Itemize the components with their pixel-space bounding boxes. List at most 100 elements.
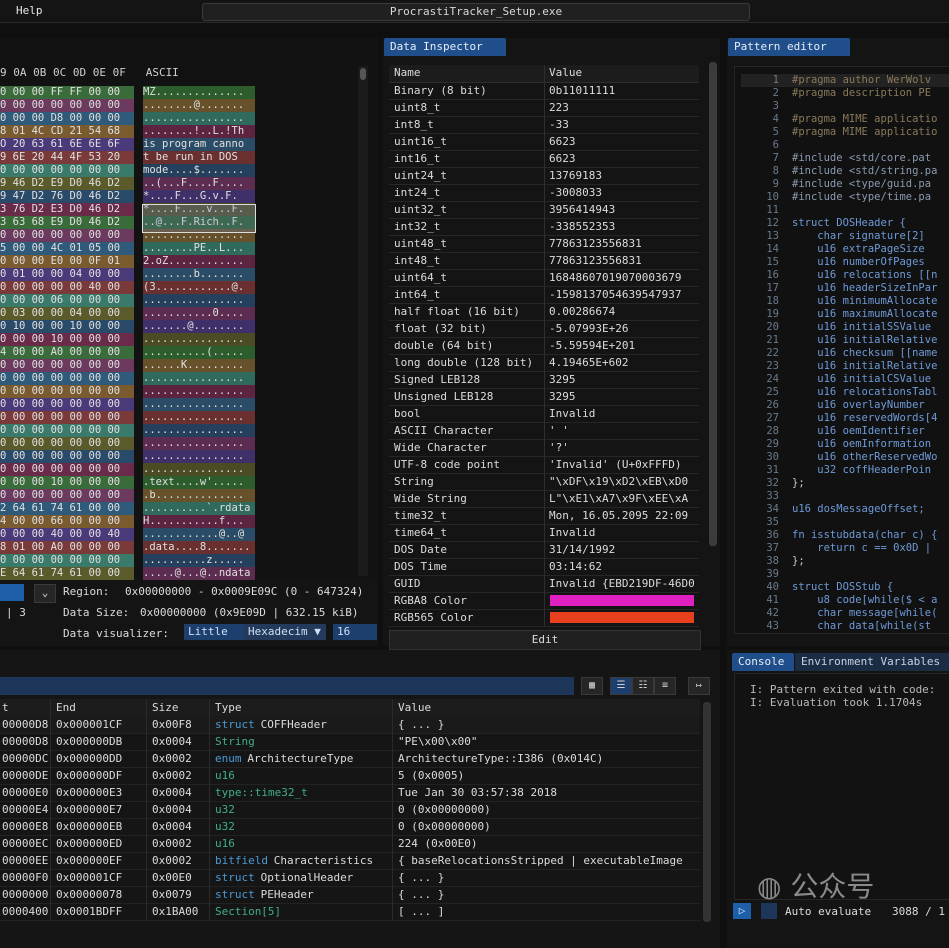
code-line[interactable]: 3	[735, 100, 949, 113]
table-row[interactable]: 00000EC 0x000000ED 0x0002 u16 224 (0x00E0)	[0, 835, 700, 853]
hex-row[interactable]: 2 64 61 74 61 00 00	[0, 502, 120, 515]
di-row[interactable]: RGB565 Color	[389, 609, 699, 627]
menu-help[interactable]: Help	[16, 4, 43, 17]
code-line[interactable]: 13 char signature[2]	[735, 230, 949, 243]
code-line[interactable]: 35	[735, 516, 949, 529]
ascii-row[interactable]: ................	[143, 294, 244, 307]
table-row[interactable]: 00000F0 0x000001CF 0x00E0 struct OptionalHea…	[0, 869, 700, 887]
columns-field[interactable]: 16	[333, 624, 377, 640]
hex-row[interactable]: 0 00 00 00 00 00 00	[0, 99, 120, 112]
hex-row[interactable]: 4 00 00 A0 00 00 00	[0, 346, 120, 359]
hex-row[interactable]: 0 00 00 00 00 00 00	[0, 463, 120, 476]
tree-view-icon[interactable]: ☰	[610, 677, 632, 695]
hex-row[interactable]: 0 00 00 FF FF 00 00	[0, 86, 120, 99]
code-line[interactable]: 15 u16 numberOfPages	[735, 256, 949, 269]
hex-row[interactable]: 0 00 00 00 00 40 00	[0, 281, 120, 294]
code-line[interactable]: 7 #include <std/core.pat	[735, 152, 949, 165]
hex-row[interactable]: 3 76 D2 E3 D0 46 D2	[0, 203, 120, 216]
code-line[interactable]: 41 u8 code[while($ < a	[735, 594, 949, 607]
code-line[interactable]: 38};	[735, 555, 949, 568]
di-row[interactable]: int64_t -1598137054639547937	[389, 286, 699, 304]
code-line[interactable]: 25 u16 relocationsTabl	[735, 386, 949, 399]
code-line[interactable]: 2 #pragma description PE	[735, 87, 949, 100]
ascii-row[interactable]: .data....8.......	[143, 541, 250, 554]
di-row[interactable]: GUID Invalid {EBD219DF-46D0	[389, 575, 699, 593]
di-row[interactable]: time32_t Mon, 16.05.2095 22:09	[389, 507, 699, 525]
tab-data-inspector[interactable]: Data Inspector	[384, 38, 506, 56]
di-row[interactable]: Unsigned LEB128 3295	[389, 388, 699, 406]
ascii-row[interactable]: ..........`.rdata	[143, 502, 250, 515]
di-row[interactable]: Binary (8 bit) 0b11011111	[389, 82, 699, 100]
table-row[interactable]: 00000EE 0x000000EF 0x0002 bitfield Character…	[0, 852, 700, 870]
hex-row[interactable]: 0 00 00 00 00 00 00	[0, 554, 120, 567]
ascii-row[interactable]: ...........0....	[143, 307, 244, 320]
hex-row[interactable]: 0 10 00 00 10 00 00	[0, 320, 120, 333]
hex-row[interactable]: 0 00 00 D8 00 00 00	[0, 112, 120, 125]
ascii-row[interactable]: ........PE..L...	[143, 242, 244, 255]
ascii-row[interactable]: ........b.......	[143, 268, 244, 281]
hex-row[interactable]: 0 01 00 00 04 00 00	[0, 268, 120, 281]
jump-icon[interactable]: ↦	[688, 677, 710, 695]
hex-row[interactable]: 3 63 68 E9 D0 46 D2	[0, 216, 120, 229]
di-row[interactable]: RGBA8 Color	[389, 592, 699, 610]
hex-row[interactable]: 0 00 00 10 00 00 00	[0, 476, 120, 489]
code-line[interactable]: 4 #pragma MIME applicatio	[735, 113, 949, 126]
di-row[interactable]: ASCII Character ' '	[389, 422, 699, 440]
ascii-row[interactable]: ................	[143, 437, 244, 450]
hex-row[interactable]: 0 00 00 E0 00 0F 01	[0, 255, 120, 268]
ascii-row[interactable]: ................	[143, 450, 244, 463]
edit-button[interactable]: Edit	[389, 630, 701, 650]
ascii-row[interactable]: *....F...G.v.F.	[143, 190, 238, 203]
di-row[interactable]: int24_t -3008033	[389, 184, 699, 202]
di-row[interactable]: int16_t 6623	[389, 150, 699, 168]
di-row[interactable]: uint8_t 223	[389, 99, 699, 117]
code-editor[interactable]: 1 #pragma author WerWolv 2 #pragma descript…	[734, 66, 949, 634]
di-row[interactable]: double (64 bit) -5.59594E+201	[389, 337, 699, 355]
di-row[interactable]: uint48_t 77863123556831	[389, 235, 699, 253]
hex-row[interactable]: 0 00 00 00 00 00 00	[0, 385, 120, 398]
di-row[interactable]: int32_t -338552353	[389, 218, 699, 236]
pattern-data-scrollbar[interactable]	[703, 702, 711, 922]
di-row[interactable]: uint64_t 16848607019070003679	[389, 269, 699, 287]
code-line[interactable]: 23 u16 initialRelative	[735, 360, 949, 373]
code-line[interactable]: 1 #pragma author WerWolv	[735, 74, 949, 87]
di-row[interactable]: uint16_t 6623	[389, 133, 699, 151]
pd-column-header[interactable]: t	[2, 699, 9, 716]
ascii-row[interactable]: ..........z.....	[143, 554, 244, 567]
code-line[interactable]: 43 char data[while(st	[735, 620, 949, 633]
ascii-row[interactable]: t be run in DOS	[143, 151, 244, 164]
code-line[interactable]: 14 u16 extraPageSize	[735, 243, 949, 256]
pattern-data-search[interactable]	[0, 677, 574, 695]
di-row[interactable]: Wide Character '?'	[389, 439, 699, 457]
hex-page-field[interactable]	[0, 584, 24, 601]
ascii-row[interactable]: ................	[143, 398, 244, 411]
ascii-row[interactable]: ................	[143, 463, 244, 476]
ascii-row[interactable]: .text....w'.....	[143, 476, 244, 489]
code-line[interactable]: 18 u16 minimumAllocate	[735, 295, 949, 308]
table-view-icon[interactable]: ▦	[581, 677, 603, 695]
table-row[interactable]: 0000400 0x0001BDFF 0x1BA00 Section [5] [ ... …	[0, 903, 700, 921]
hex-row[interactable]: 9 47 D2 76 D0 46 D2	[0, 190, 120, 203]
hex-grid[interactable]: 0 00 00 FF FF 00 00 MZ.............. 0 00 …	[0, 86, 358, 581]
ascii-row[interactable]: H...........f...	[143, 515, 244, 528]
di-row[interactable]: float (32 bit) -5.07993E+26	[389, 320, 699, 338]
tab-pattern-editor[interactable]: Pattern editor	[728, 38, 850, 56]
ascii-row[interactable]: ..(...F....F....	[143, 177, 244, 190]
di-row[interactable]: DOS Time 03:14:62	[389, 558, 699, 576]
code-line[interactable]: 22 u16 checksum [[name	[735, 347, 949, 360]
di-row[interactable]: uint32_t 3956414943	[389, 201, 699, 219]
hex-row[interactable]: 0 00 00 00 00 00 00	[0, 398, 120, 411]
pd-column-header[interactable]: Type	[215, 699, 242, 716]
di-row[interactable]: uint24_t 13769183	[389, 167, 699, 185]
code-line[interactable]: 9 #include <type/guid.pa	[735, 178, 949, 191]
pd-column-header[interactable]: Size	[152, 699, 179, 716]
ascii-row[interactable]: ..........(.....	[143, 346, 244, 359]
table-row[interactable]: 00000E0 0x000000E3 0x0004 type::time32_t Tue…	[0, 784, 700, 802]
format-select[interactable]: Hexadecim ▼	[244, 624, 326, 640]
code-line[interactable]: 39	[735, 568, 949, 581]
hex-row[interactable]: 0 00 00 00 00 00 00	[0, 164, 120, 177]
code-line[interactable]: 16 u16 relocations [[n	[735, 269, 949, 282]
tab-console[interactable]: Console	[732, 653, 794, 671]
code-line[interactable]: 26 u16 overlayNumber	[735, 399, 949, 412]
ascii-row[interactable]: MZ..............	[143, 86, 244, 99]
